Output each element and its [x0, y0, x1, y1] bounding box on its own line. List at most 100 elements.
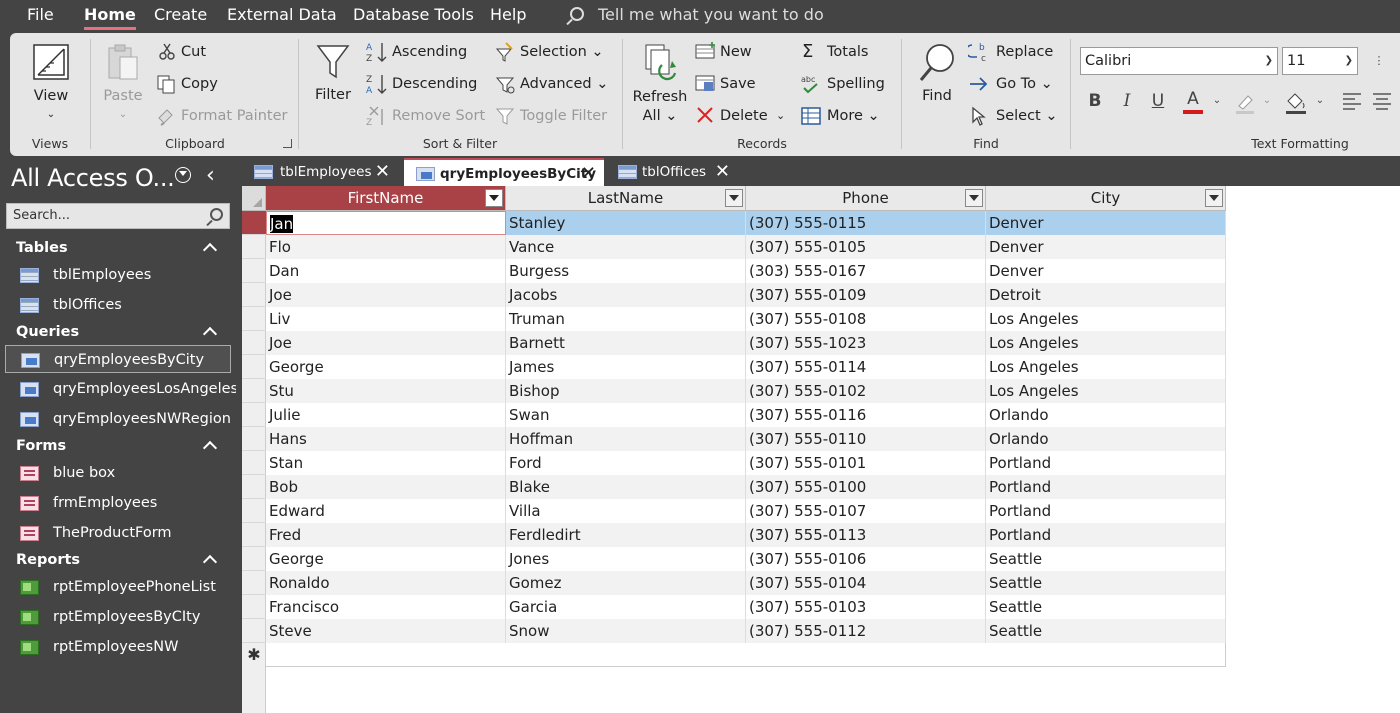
- cell-lastname[interactable]: Jones: [506, 547, 746, 571]
- cell-phone[interactable]: (307) 555-0112: [746, 619, 986, 643]
- cell-phone[interactable]: (307) 555-0115: [746, 211, 986, 235]
- align-center-icon[interactable]: [1372, 92, 1392, 110]
- cell-phone[interactable]: (307) 555-0108: [746, 307, 986, 331]
- refresh-all-button[interactable]: Refresh All ⌄: [630, 41, 690, 131]
- record-selector[interactable]: [242, 379, 266, 403]
- nav-item-tblemployees[interactable]: tblEmployees: [5, 261, 231, 289]
- cell-phone[interactable]: (307) 555-0103: [746, 595, 986, 619]
- nav-section-reports[interactable]: Reports: [16, 552, 80, 568]
- cell-lastname[interactable]: Jacobs: [506, 283, 746, 307]
- cell-lastname[interactable]: Ford: [506, 451, 746, 475]
- cell-city[interactable]: Portland: [986, 475, 1226, 499]
- cell-phone[interactable]: (307) 555-0109: [746, 283, 986, 307]
- table-row[interactable]: Stan Ford (307) 555-0101 Portland: [266, 451, 1226, 475]
- record-selector[interactable]: [242, 595, 266, 619]
- tab-tblemployees[interactable]: tblEmployees ✕: [242, 158, 398, 186]
- table-row[interactable]: Steve Snow (307) 555-0112 Seattle: [266, 619, 1226, 643]
- record-selector[interactable]: [242, 427, 266, 451]
- bold-button[interactable]: B: [1085, 90, 1105, 112]
- chevron-down-icon[interactable]: ⌄: [1313, 90, 1327, 112]
- cell-firstname[interactable]: Julie: [266, 403, 506, 427]
- cell-city[interactable]: Portland: [986, 523, 1226, 547]
- cell-phone[interactable]: (307) 555-0114: [746, 355, 986, 379]
- cell-firstname[interactable]: Jan: [266, 211, 506, 235]
- nav-search-input[interactable]: Search...: [6, 203, 230, 229]
- dialog-launcher-icon[interactable]: [283, 139, 292, 148]
- menu-create[interactable]: Create: [154, 0, 207, 32]
- chevron-up-icon[interactable]: [202, 326, 218, 342]
- record-selector[interactable]: [242, 331, 266, 355]
- sort-descending-button[interactable]: Descending: [392, 73, 477, 95]
- cell-firstname[interactable]: Flo: [266, 235, 506, 259]
- menu-help[interactable]: Help: [490, 0, 526, 32]
- nav-item-frmemployees[interactable]: frmEmployees: [5, 489, 231, 517]
- cell-lastname[interactable]: Blake: [506, 475, 746, 499]
- cell-lastname[interactable]: James: [506, 355, 746, 379]
- menu-database-tools[interactable]: Database Tools: [353, 0, 474, 32]
- cell-city[interactable]: Seattle: [986, 547, 1226, 571]
- font-size-dropdown[interactable]: 11 ❯: [1282, 47, 1358, 75]
- table-row[interactable]: Hans Hoffman (307) 555-0110 Orlando: [266, 427, 1226, 451]
- record-selector[interactable]: [242, 619, 266, 643]
- cell-phone[interactable]: (307) 555-0116: [746, 403, 986, 427]
- cell-phone[interactable]: (307) 555-0106: [746, 547, 986, 571]
- tell-me-box[interactable]: Tell me what you want to do: [570, 0, 824, 32]
- cell-firstname[interactable]: Fred: [266, 523, 506, 547]
- record-selector[interactable]: [242, 547, 266, 571]
- advanced-button[interactable]: Advanced ⌄: [520, 73, 608, 95]
- cell-city[interactable]: Los Angeles: [986, 331, 1226, 355]
- cut-button[interactable]: Cut: [181, 41, 206, 63]
- toggle-filter-button[interactable]: Toggle Filter: [520, 105, 607, 127]
- cell-lastname[interactable]: Ferdledirt: [506, 523, 746, 547]
- cell-lastname[interactable]: Burgess: [506, 259, 746, 283]
- close-icon[interactable]: ✕: [581, 160, 596, 188]
- remove-sort-button[interactable]: Remove Sort: [392, 105, 485, 127]
- select-all-corner[interactable]: [242, 186, 266, 211]
- column-header-lastname[interactable]: LastName: [506, 186, 746, 211]
- cell-lastname[interactable]: Villa: [506, 499, 746, 523]
- record-selector[interactable]: [242, 235, 266, 259]
- cell-city[interactable]: Los Angeles: [986, 307, 1226, 331]
- table-row[interactable]: George James (307) 555-0114 Los Angeles: [266, 355, 1226, 379]
- table-row[interactable]: Jan Stanley (307) 555-0115 Denver: [266, 211, 1226, 235]
- cell-city[interactable]: Portland: [986, 499, 1226, 523]
- cell-city[interactable]: Seattle: [986, 595, 1226, 619]
- record-selector[interactable]: [242, 475, 266, 499]
- go-to-button[interactable]: Go To ⌄: [996, 73, 1053, 95]
- record-selector[interactable]: [242, 307, 266, 331]
- save-button[interactable]: Save: [720, 73, 756, 95]
- nav-item-rptemployeesnw[interactable]: rptEmployeesNW: [5, 633, 231, 661]
- chevron-up-icon[interactable]: [202, 242, 218, 258]
- cell-city[interactable]: Seattle: [986, 571, 1226, 595]
- cell-firstname[interactable]: Edward: [266, 499, 506, 523]
- tab-tbloffices[interactable]: tblOffices ✕: [606, 158, 738, 186]
- nav-item-tbloffices[interactable]: tblOffices: [5, 291, 231, 319]
- chevron-down-icon[interactable]: ⌄: [1210, 90, 1224, 112]
- table-row[interactable]: Francisco Garcia (307) 555-0103 Seattle: [266, 595, 1226, 619]
- record-selector[interactable]: [242, 571, 266, 595]
- cell-lastname[interactable]: Gomez: [506, 571, 746, 595]
- record-selector[interactable]: [242, 259, 266, 283]
- cell-lastname[interactable]: Bishop: [506, 379, 746, 403]
- cell-phone[interactable]: (307) 555-0102: [746, 379, 986, 403]
- close-icon[interactable]: ✕: [375, 158, 390, 186]
- menu-file[interactable]: File: [27, 0, 54, 32]
- table-row[interactable]: Stu Bishop (307) 555-0102 Los Angeles: [266, 379, 1226, 403]
- cell-firstname[interactable]: Dan: [266, 259, 506, 283]
- cell-city[interactable]: Denver: [986, 211, 1226, 235]
- nav-pane-title[interactable]: All Access O...: [11, 164, 175, 192]
- record-selector[interactable]: [242, 499, 266, 523]
- nav-section-forms[interactable]: Forms: [16, 438, 66, 454]
- nav-item-qryemployeesbycity[interactable]: qryEmployeesByCity: [5, 345, 231, 373]
- cell-city[interactable]: Detroit: [986, 283, 1226, 307]
- cell-city[interactable]: Los Angeles: [986, 355, 1226, 379]
- cell-lastname[interactable]: Hoffman: [506, 427, 746, 451]
- find-button[interactable]: Find: [912, 41, 962, 121]
- table-row[interactable]: Joe Barnett (307) 555-1023 Los Angeles: [266, 331, 1226, 355]
- font-color-button[interactable]: A: [1182, 88, 1204, 114]
- cell-firstname[interactable]: Ronaldo: [266, 571, 506, 595]
- view-button[interactable]: View ⌄: [28, 41, 74, 121]
- table-row[interactable]: Liv Truman (307) 555-0108 Los Angeles: [266, 307, 1226, 331]
- nav-pane-menu-icon[interactable]: [175, 167, 191, 183]
- table-row[interactable]: Bob Blake (307) 555-0100 Portland: [266, 475, 1226, 499]
